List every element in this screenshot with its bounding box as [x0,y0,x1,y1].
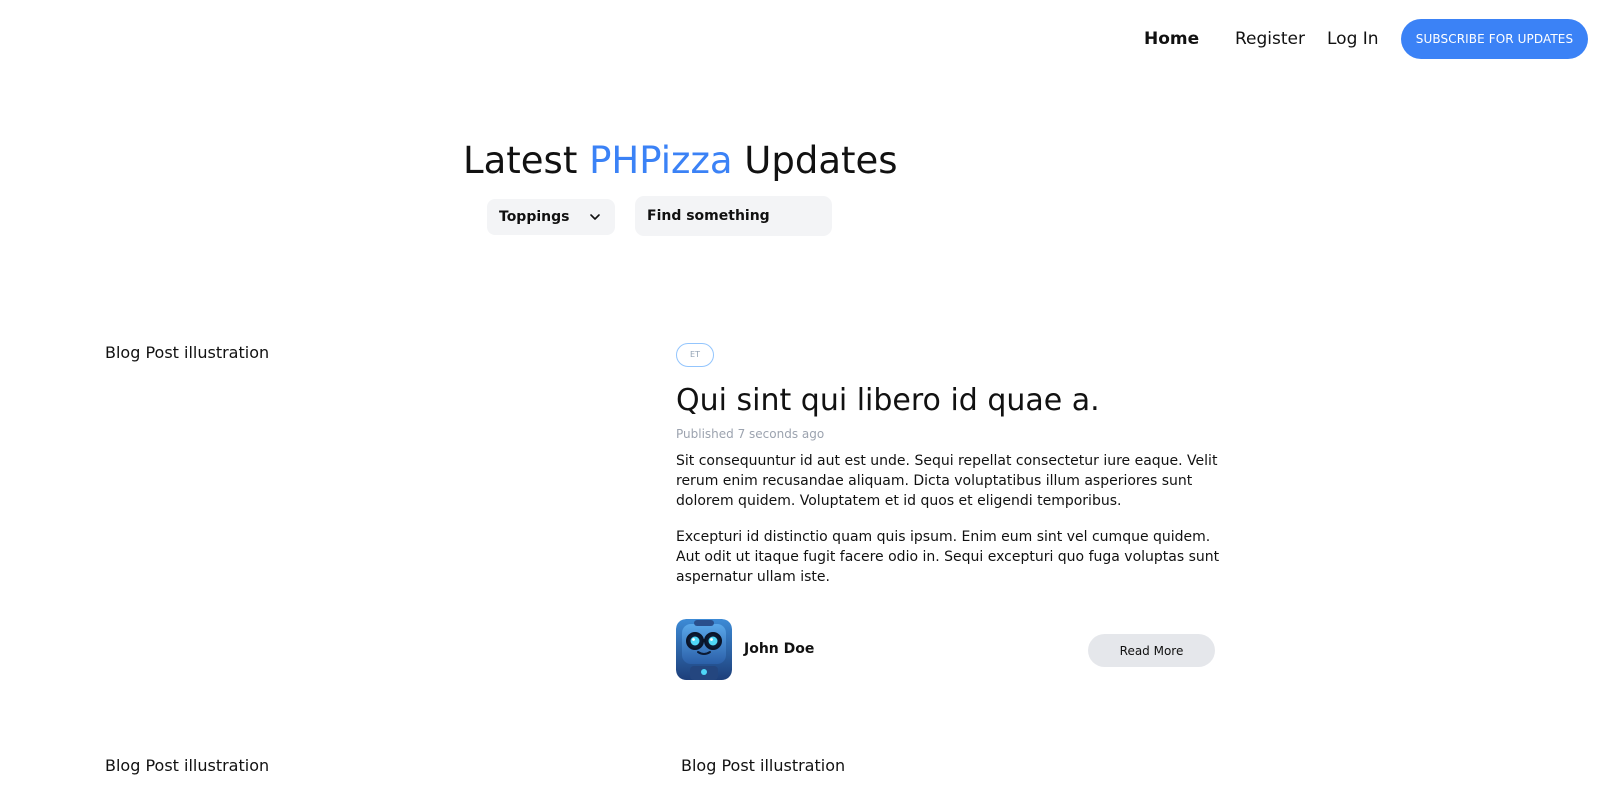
post-illustration: Blog Post illustration [105,756,270,775]
post-illustration: Blog Post illustration [681,756,846,775]
post-published-date: Published 7 seconds ago [676,427,825,441]
subscribe-button[interactable]: SUBSCRIBE FOR UPDATES [1401,19,1588,59]
chevron-down-icon [590,214,600,220]
nav-register-link[interactable]: Register [1235,19,1305,59]
read-more-button[interactable]: Read More [1088,634,1215,667]
post-illustration: Blog Post illustration [105,343,270,362]
robot-avatar-icon [676,619,732,680]
top-navigation: Home Register Log In SUBSCRIBE FOR UPDAT… [0,19,1600,59]
post-title[interactable]: Qui sint qui libero id quae a. [676,379,1100,423]
toppings-dropdown[interactable]: Toppings [487,199,615,235]
page-title: Latest PHPizza Updates [463,136,898,186]
nav-home-link[interactable]: Home [1144,19,1199,59]
title-brand: PHPizza [589,139,733,182]
post-tag-badge[interactable]: ET [676,343,714,367]
toppings-dropdown-label: Toppings [499,209,570,225]
post-excerpt-paragraph: Excepturi id distinctio quam quis ipsum.… [676,529,1220,585]
title-suffix: Updates [732,139,898,182]
search-input[interactable] [635,196,832,236]
title-prefix: Latest [463,139,590,182]
author-name[interactable]: John Doe [744,641,814,657]
nav-login-link[interactable]: Log In [1327,19,1379,59]
post-excerpt-paragraph: Sit consequuntur id aut est unde. Sequi … [676,453,1218,509]
